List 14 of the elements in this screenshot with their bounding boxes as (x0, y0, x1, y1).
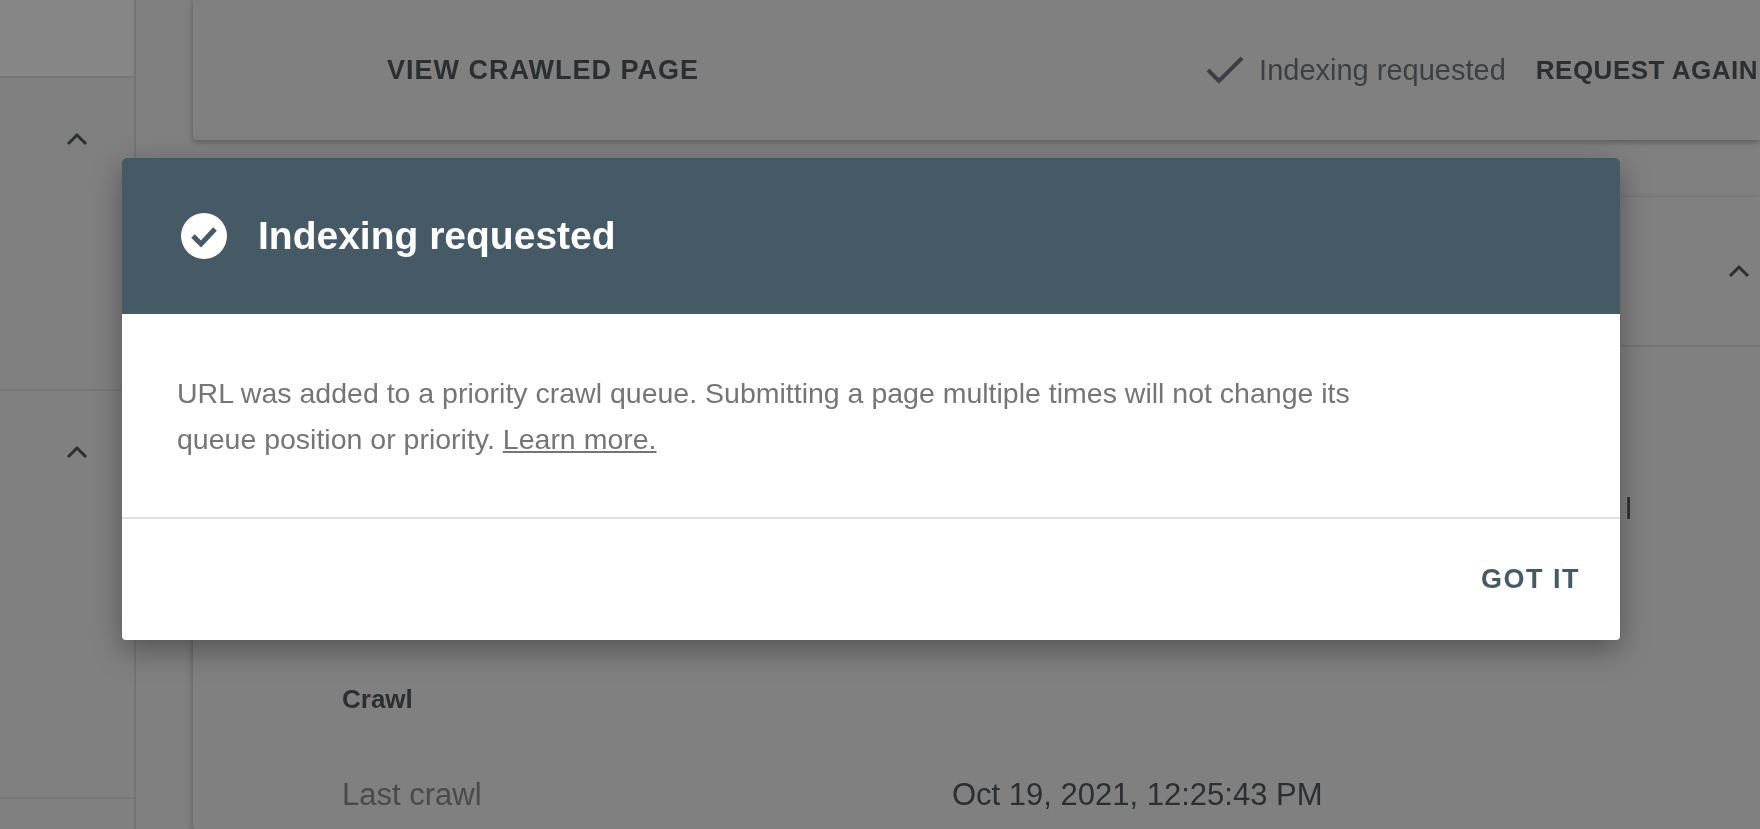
check-circle-icon (180, 212, 228, 260)
learn-more-link[interactable]: Learn more. (502, 423, 657, 455)
chevron-icon[interactable] (66, 445, 88, 459)
row-value: Oct 19, 2021, 12:25:43 PM (952, 777, 1323, 813)
section-title: Crawl (342, 684, 414, 715)
dialog-title: Indexing requested (258, 214, 616, 258)
chevron-icon[interactable] (1728, 264, 1750, 278)
chevron-icon[interactable] (66, 132, 88, 146)
request-again-button[interactable]: REQUEST AGAIN (1535, 48, 1758, 92)
status-text: Indexing requested (1259, 53, 1506, 87)
view-crawled-page-button[interactable]: VIEW CRAWLED PAGE (387, 48, 699, 92)
url-text: l (1625, 492, 1632, 526)
check-icon (1205, 55, 1246, 85)
dialog-message: URL was added to a priority crawl queue. Submitting a page multiple times will not change its queue position or priority. Learn more. (177, 376, 1351, 457)
